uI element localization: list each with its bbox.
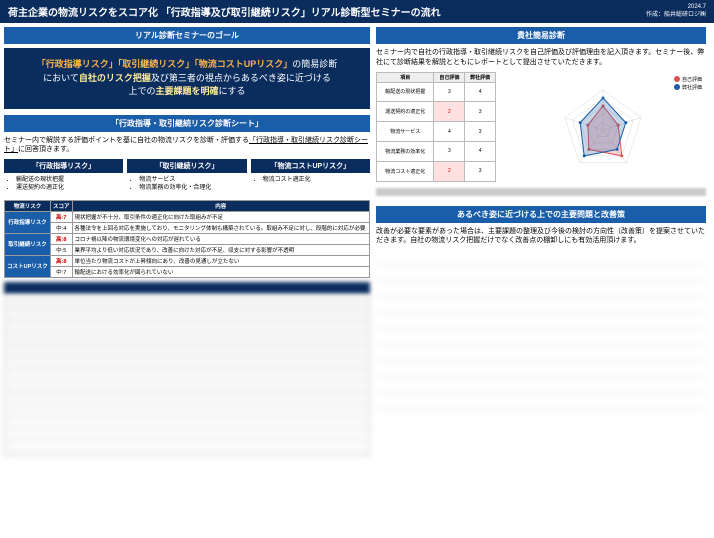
goal-text-2a: において [43, 73, 79, 83]
score-cat-cell: コストUPリスク [5, 255, 51, 277]
sheet-desc-c: に回答頂きます。 [18, 146, 73, 153]
left-column: リアル診断セミナーのゴール 「行政指導リスク」「取引継続リスク」「物流コストUP… [4, 27, 370, 456]
mini-cell: 輸配送の現状把握 [377, 82, 434, 102]
mini-cell: 2 [434, 102, 465, 122]
score-score-cell: 高:7 [50, 211, 72, 222]
header-bar: 荷主企業の物流リスクをスコア化 「行政指導及び取引継続リスク」リアル診断型セミナ… [0, 0, 714, 23]
goal-text-1b: の簡易診断 [292, 59, 337, 69]
goal-box: 「行政指導リスク」「取引継続リスク」「物流コストUPリスク」の簡易診断 において… [4, 48, 370, 109]
page-title: 荷主企業の物流リスクをスコア化 「行政指導及び取引継続リスク」リアル診断型セミナ… [8, 4, 441, 19]
mini-cell: 4 [465, 82, 496, 102]
risk-boxes-row: 「行政指導リスク」 輸配送の現状把握 運送契約の適正化 「取引継続リスク」 物流… [4, 159, 370, 196]
sheet-desc: セミナー内で解説する評価ポイントを基に自社の物流リスクを診断・評価する「行政指導… [4, 136, 370, 156]
goal-text-3a: 上での [128, 86, 155, 96]
score-content-cell: 各種法令を上回る対応を実施しており、モニタリング体制も構築されている。取組み不足… [72, 222, 369, 233]
legend-label-1: 自己評価 [682, 76, 702, 83]
risk-box-1: 「行政指導リスク」 輸配送の現状把握 運送契約の適正化 [4, 159, 123, 196]
mini-cell: 3 [465, 102, 496, 122]
score-th-cat: 物流リスク [5, 200, 51, 211]
header-date: 2024.7 [646, 4, 706, 11]
score-content-cell: 業界平均より低い対応状況であり、改善に向けた対応が不足、収支に対する影響が不透明 [72, 244, 369, 255]
mini-cell: 物流サービス [377, 122, 434, 142]
risk-head-1: 「行政指導リスク」 [4, 159, 123, 173]
risk-item: 物流業務の効率化・合理化 [139, 184, 242, 192]
goal-bar: リアル診断セミナーのゴール [4, 27, 370, 44]
score-th-score: スコア [50, 200, 72, 211]
sheet-desc-a: セミナー内で解説する評価ポイントを基に自社の物流リスクを診断・評価する [4, 137, 249, 144]
score-content-cell: コロナ禍以降の物流環境変化への対応が遅れている [72, 233, 369, 244]
diag-desc: セミナー内で自社の行政指導・取引継続リスクを自己評価及び評価理由を記入頂きます。… [376, 48, 706, 68]
risk-list-2: 物流サービス 物流業務の効率化・合理化 [127, 173, 246, 196]
risk-head-3: 「物流コストUPリスク」 [251, 159, 370, 173]
mini-cell: 4 [465, 141, 496, 161]
risk-list-3: 物流コスト適正化 [251, 173, 370, 187]
legend-item-1: 自己評価 [674, 76, 702, 83]
diag-bar: 貴社簡易診断 [376, 27, 706, 44]
goal-text-2c: 及び第三者の視点からあるべき姿に近づける [151, 73, 331, 83]
body-columns: リアル診断セミナーのゴール 「行政指導リスク」「取引継続リスク」「物流コストUP… [0, 23, 714, 460]
risk-list-1: 輸配送の現状把握 運送契約の適正化 [4, 173, 123, 196]
goal-highlight-1: 「行政指導リスク」「取引継続リスク」「物流コストUPリスク」 [37, 59, 293, 69]
score-table: 物流リスク スコア 内容 行政指導リスク高:7現状把握が不十分、取引条件の適正化… [4, 200, 370, 278]
risk-item: 物流コスト適正化 [263, 176, 366, 184]
mini-cell: 2 [434, 161, 465, 181]
risk-head-2: 「取引継続リスク」 [127, 159, 246, 173]
blurred-axis-label [376, 188, 706, 196]
blurred-improvement-table [376, 250, 706, 420]
legend-dot-icon [674, 76, 680, 82]
risk-item: 運送契約の適正化 [16, 184, 119, 192]
score-content-cell: 輸配送における効率化が図られていない [72, 266, 369, 277]
score-content-cell: 単位当たり物流コストが上昇傾向にあり、改善の見通しが立たない [72, 255, 369, 266]
improve-bar: あるべき姿に近づける上での主要問題と改善策 [376, 206, 706, 223]
risk-item: 物流サービス [139, 176, 242, 184]
risk-box-2: 「取引継続リスク」 物流サービス 物流業務の効率化・合理化 [127, 159, 246, 196]
score-cat-cell: 行政指導リスク [5, 211, 51, 233]
page: 荷主企業の物流リスクをスコア化 「行政指導及び取引継続リスク」リアル診断型セミナ… [0, 0, 714, 538]
chart-legend: 自己評価 弊社評価 [674, 76, 702, 92]
goal-highlight-2: 自社のリスク把握 [79, 73, 151, 83]
improve-desc: 改善が必要な要素があった場合は、主要課題の整理及び今後の検討の方向性（改善策）を… [376, 227, 706, 247]
mini-cell: 物流コスト適正化 [377, 161, 434, 181]
goal-highlight-3: 主要課題を明確 [155, 86, 218, 96]
mini-eval-table: 項目 自己評価 弊社評価 輸配送の現状把握34運送契約の適正化23物流サービス4… [376, 72, 496, 182]
right-column: 貴社簡易診断 セミナー内で自社の行政指導・取引継続リスクを自己評価及び評価理由を… [376, 27, 706, 456]
header-author: 作成：船井総研ロジ㈱ [646, 12, 706, 19]
chart-area: 項目 自己評価 弊社評価 輸配送の現状把握34運送契約の適正化23物流サービス4… [376, 72, 706, 182]
mini-cell: 3 [434, 141, 465, 161]
radar-chart: 自己評価 弊社評価 [500, 72, 706, 182]
legend-label-2: 弊社評価 [682, 84, 702, 91]
risk-item: 輸配送の現状把握 [16, 176, 119, 184]
mini-cell: 物流業務の効率化 [377, 141, 434, 161]
legend-dot-icon [674, 84, 680, 90]
header-meta: 2024.7 作成：船井総研ロジ㈱ [646, 4, 706, 18]
mini-th: 自己評価 [434, 72, 465, 82]
score-score-cell: 高:8 [50, 255, 72, 266]
score-score-cell: 中:5 [50, 244, 72, 255]
mini-cell: 3 [465, 122, 496, 142]
mini-cell: 3 [465, 161, 496, 181]
legend-item-2: 弊社評価 [674, 84, 702, 91]
mini-cell: 4 [434, 122, 465, 142]
score-cat-cell: 取引継続リスク [5, 233, 51, 255]
goal-text-3c: にする [218, 86, 245, 96]
blurred-detail-table [4, 282, 370, 456]
score-th-content: 内容 [72, 200, 369, 211]
mini-th: 項目 [377, 72, 434, 82]
mini-th: 弊社評価 [465, 72, 496, 82]
mini-cell: 3 [434, 82, 465, 102]
sheet-bar: 「行政指導・取引継続リスク診断シート」 [4, 115, 370, 132]
score-score-cell: 中:4 [50, 222, 72, 233]
score-score-cell: 中:7 [50, 266, 72, 277]
score-content-cell: 現状把握が不十分、取引条件の適正化に向けた取組みが不足 [72, 211, 369, 222]
mini-cell: 運送契約の適正化 [377, 102, 434, 122]
score-score-cell: 高:8 [50, 233, 72, 244]
risk-box-3: 「物流コストUPリスク」 物流コスト適正化 [251, 159, 370, 196]
